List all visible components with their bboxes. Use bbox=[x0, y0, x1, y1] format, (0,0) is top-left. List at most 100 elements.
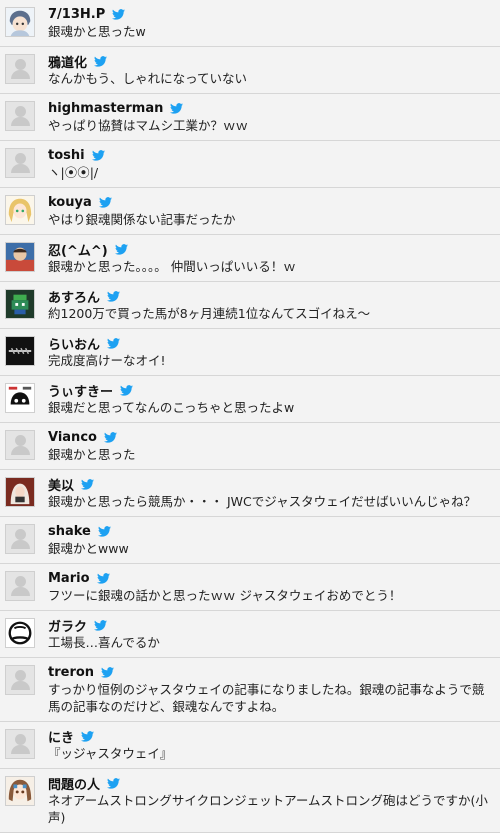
name-row: 鴉道化 bbox=[48, 52, 494, 71]
comment-text: 銀魂かと思ったら競馬か・・・ JWCでジャスタウェイだせばいいんじゃね？ bbox=[48, 494, 477, 509]
user-name[interactable]: うぃすきー bbox=[48, 381, 113, 400]
no-image-avatar[interactable] bbox=[5, 665, 35, 695]
comment-item: 忍(^ム^) 銀魂かと思った。。。。 仲間いっぱいいる！ｗ bbox=[0, 235, 500, 282]
name-row: shake bbox=[48, 523, 494, 539]
twitter-bird-icon[interactable] bbox=[96, 572, 110, 584]
name-row: 7/13H.P bbox=[48, 6, 494, 22]
twitter-bird-icon[interactable] bbox=[94, 55, 108, 67]
user-name[interactable]: らいおん bbox=[48, 334, 100, 353]
twitter-bird-icon[interactable] bbox=[98, 196, 112, 208]
no-image-avatar[interactable] bbox=[5, 54, 35, 84]
twitter-bird-icon[interactable] bbox=[81, 478, 95, 490]
twitter-bird-icon[interactable] bbox=[81, 730, 95, 742]
comment-item: treron すっかり恒例のジャスタウェイの記事になりましたね。銀魂の記事なようで… bbox=[0, 658, 500, 722]
name-row: らいおん bbox=[48, 334, 494, 353]
comment-item: Mario フツーに銀魂の話かと思ったｗｗ ジャスタウェイおめでとう！ bbox=[0, 564, 500, 611]
user-name[interactable]: Vianco bbox=[48, 430, 97, 445]
comment-item: うぃすきー 銀魂だと思ってなんのこっちゃと思ったよw bbox=[0, 376, 500, 423]
twitter-bird-icon[interactable] bbox=[114, 243, 128, 255]
twitter-bird-icon[interactable] bbox=[120, 384, 134, 396]
comment-text: 銀魂かと思ったw bbox=[48, 24, 146, 39]
twitter-bird-icon[interactable] bbox=[91, 149, 105, 161]
comment-text: ヽ|⦿⦿|/ bbox=[48, 165, 99, 180]
name-row: 問題の人 bbox=[48, 774, 494, 793]
no-image-avatar[interactable] bbox=[5, 524, 35, 554]
user-avatar[interactable] bbox=[5, 383, 35, 413]
twitter-bird-icon[interactable] bbox=[97, 525, 111, 537]
user-name[interactable]: 忍(^ム^) bbox=[48, 240, 108, 259]
comment-text: すっかり恒例のジャスタウェイの記事になりましたね。銀魂の記事なようで競馬の記事な… bbox=[48, 682, 485, 714]
comment-text: 銀魂だと思ってなんのこっちゃと思ったよw bbox=[48, 400, 295, 415]
name-row: うぃすきー bbox=[48, 381, 494, 400]
user-name[interactable]: 問題の人 bbox=[48, 774, 100, 793]
name-row: Mario bbox=[48, 570, 494, 586]
name-row: にき bbox=[48, 727, 494, 746]
comment-item: highmasterman やっぱり協賛はマムシ工業か？ｗｗ bbox=[0, 94, 500, 141]
user-avatar[interactable] bbox=[5, 618, 35, 648]
no-image-avatar[interactable] bbox=[5, 430, 35, 460]
user-name[interactable]: highmasterman bbox=[48, 101, 163, 116]
comment-item: 美以 銀魂かと思ったら競馬か・・・ JWCでジャスタウェイだせばいいんじゃね？ bbox=[0, 470, 500, 517]
no-image-avatar[interactable] bbox=[5, 729, 35, 759]
user-name[interactable]: 7/13H.P bbox=[48, 7, 105, 22]
user-avatar[interactable] bbox=[5, 289, 35, 319]
comment-text: やっぱり協賛はマムシ工業か？ｗｗ bbox=[48, 118, 249, 133]
user-name[interactable]: treron bbox=[48, 665, 94, 680]
twitter-bird-icon[interactable] bbox=[107, 290, 121, 302]
comment-text: 完成度高けーなオイ! bbox=[48, 353, 166, 368]
name-row: treron bbox=[48, 664, 494, 680]
name-row: highmasterman bbox=[48, 100, 494, 116]
comment-item: kouya やはり銀魂関係ない記事だったか bbox=[0, 188, 500, 235]
user-name[interactable]: にき bbox=[48, 727, 74, 746]
user-avatar[interactable] bbox=[5, 7, 35, 37]
no-image-avatar[interactable] bbox=[5, 148, 35, 178]
twitter-bird-icon[interactable] bbox=[107, 337, 121, 349]
comment-text: フツーに銀魂の話かと思ったｗｗ ジャスタウェイおめでとう！ bbox=[48, 588, 402, 603]
user-avatar[interactable] bbox=[5, 242, 35, 272]
user-name[interactable]: kouya bbox=[48, 195, 92, 210]
comment-item: 7/13H.P 銀魂かと思ったw bbox=[0, 0, 500, 47]
comment-item: 鴉道化 なんかもう、しゃれになっていない bbox=[0, 47, 500, 94]
user-avatar[interactable] bbox=[5, 776, 35, 806]
user-name[interactable]: あすろん bbox=[48, 287, 100, 306]
no-image-avatar[interactable] bbox=[5, 571, 35, 601]
comment-item: あすろん 約1200万で買った馬が8ヶ月連続1位なんてスゴイねえ〜 bbox=[0, 282, 500, 329]
comment-text: 『ッジャスタウェイ』 bbox=[48, 746, 173, 761]
user-name[interactable]: 鴉道化 bbox=[48, 52, 87, 71]
user-name[interactable]: shake bbox=[48, 524, 91, 539]
no-image-avatar[interactable] bbox=[5, 101, 35, 131]
name-row: toshi bbox=[48, 147, 494, 163]
name-row: kouya bbox=[48, 194, 494, 210]
comment-feed: 7/13H.P 銀魂かと思ったw 鴉道化 なんかもう、しゃれになっていない highma… bbox=[0, 0, 500, 833]
comment-item: shake 銀魂かとwww bbox=[0, 517, 500, 564]
twitter-bird-icon[interactable] bbox=[107, 777, 121, 789]
comment-text: 工場長…喜んでるか bbox=[48, 635, 160, 650]
user-avatar[interactable] bbox=[5, 477, 35, 507]
comment-text: 約1200万で買った馬が8ヶ月連続1位なんてスゴイねえ〜 bbox=[48, 306, 371, 321]
comment-text: ネオアームストロングサイクロンジェットアームストロング砲はどうですか(小声) bbox=[48, 793, 488, 825]
comment-item: ガラク 工場長…喜んでるか bbox=[0, 611, 500, 658]
twitter-bird-icon[interactable] bbox=[94, 619, 108, 631]
comment-text: なんかもう、しゃれになっていない bbox=[48, 71, 248, 86]
comment-text: 銀魂かとwww bbox=[48, 541, 129, 556]
comment-text: 銀魂かと思った。。。。 仲間いっぱいいる！ｗ bbox=[48, 259, 296, 274]
user-avatar[interactable] bbox=[5, 195, 35, 225]
name-row: 忍(^ム^) bbox=[48, 240, 494, 259]
user-avatar[interactable] bbox=[5, 336, 35, 366]
user-name[interactable]: 美以 bbox=[48, 475, 74, 494]
user-name[interactable]: toshi bbox=[48, 148, 85, 163]
name-row: 美以 bbox=[48, 475, 494, 494]
twitter-bird-icon[interactable] bbox=[101, 666, 115, 678]
name-row: Vianco bbox=[48, 429, 494, 445]
user-name[interactable]: ガラク bbox=[48, 616, 87, 635]
comment-item: Vianco 銀魂かと思った bbox=[0, 423, 500, 470]
comment-item: 問題の人 ネオアームストロングサイクロンジェットアームストロング砲はどうですか(小… bbox=[0, 769, 500, 833]
comment-item: toshi ヽ|⦿⦿|/ bbox=[0, 141, 500, 188]
twitter-bird-icon[interactable] bbox=[112, 8, 126, 20]
comment-item: らいおん 完成度高けーなオイ! bbox=[0, 329, 500, 376]
user-name[interactable]: Mario bbox=[48, 571, 90, 586]
twitter-bird-icon[interactable] bbox=[103, 431, 117, 443]
name-row: ガラク bbox=[48, 616, 494, 635]
comment-text: やはり銀魂関係ない記事だったか bbox=[48, 212, 236, 227]
twitter-bird-icon[interactable] bbox=[170, 102, 184, 114]
